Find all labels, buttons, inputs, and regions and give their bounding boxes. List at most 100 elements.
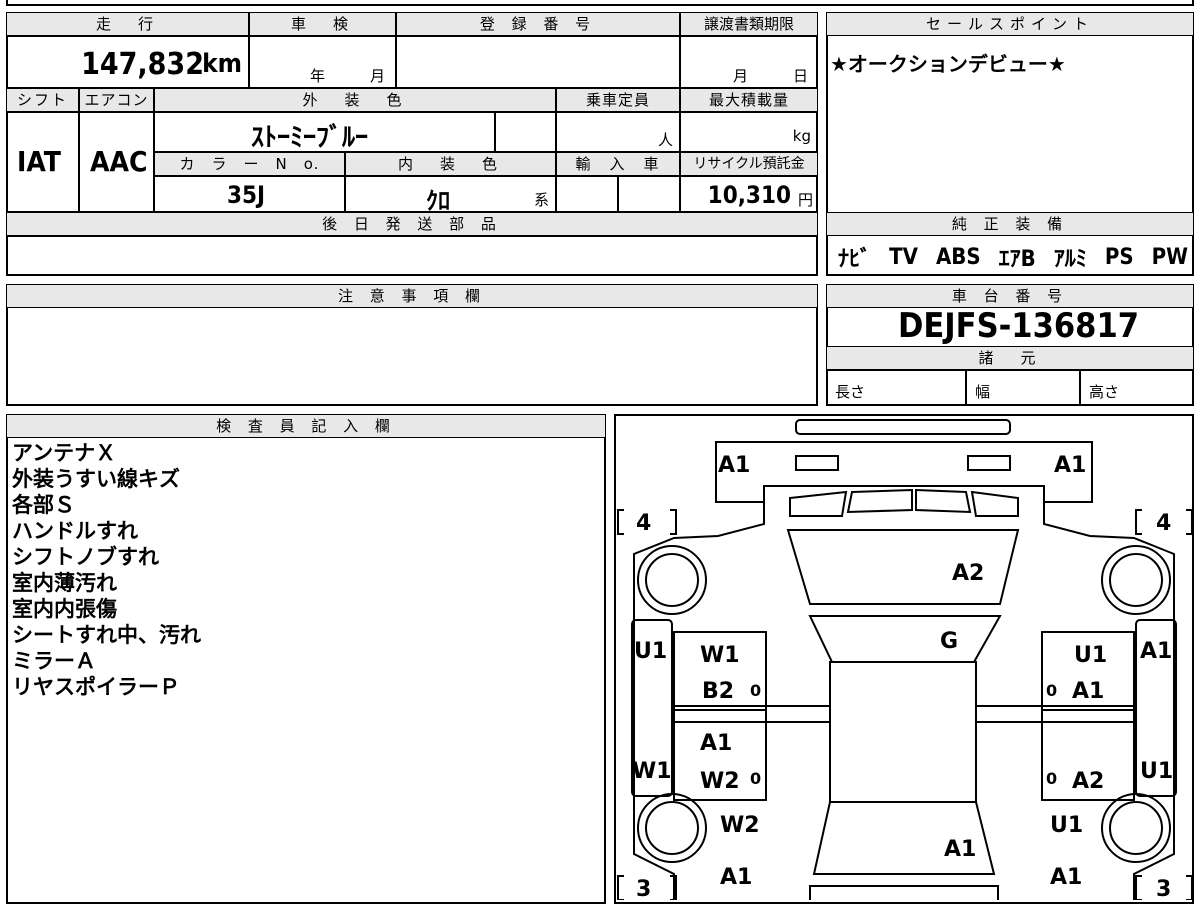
left-sill-shape <box>673 705 831 723</box>
inspector-note: アンテナＸ <box>12 441 117 465</box>
inspector-note: 室内内張傷 <box>12 597 117 621</box>
mark-zero-4: 0 <box>1046 769 1057 788</box>
exterior-color-value: ｽﾄｰﾐｰﾌﾞﾙｰ <box>251 123 369 153</box>
mark-front-left: A1 <box>718 453 750 478</box>
tire-rear-left-shape <box>637 793 707 863</box>
mark-windshield: G <box>940 629 958 654</box>
max-load-unit: kg <box>792 127 811 145</box>
mark-front-right: A1 <box>1054 453 1086 478</box>
later-parts-cell <box>6 236 818 276</box>
grille-left-shape <box>789 490 848 517</box>
import-cell-1 <box>556 176 618 212</box>
transfer-day-label: 日 <box>793 67 809 85</box>
equipment-alloy-wheels: ｱﾙﾐ <box>1053 247 1087 272</box>
inspector-note: シートすれ中、汚れ <box>12 623 201 647</box>
equipment-nav: ﾅﾋﾞ <box>838 247 872 272</box>
mark-rear-left: A1 <box>720 865 752 890</box>
caution-header: 注 意 事 項 欄 <box>6 284 818 308</box>
recycle-fee-value: 10,310 <box>707 181 791 209</box>
equipment-tv: TV <box>889 244 918 270</box>
inspector-note: ミラーＡ <box>12 649 96 673</box>
mark-right-front-door-2: A1 <box>1072 679 1104 704</box>
mark-left-front-door-1: W1 <box>700 643 740 668</box>
shift-header: シフト <box>6 88 79 112</box>
ac-value: AAC <box>90 145 148 178</box>
shaken-header: 車 検 <box>249 12 396 36</box>
mark-tire-rl: 3 <box>636 877 651 900</box>
mark-zero-2: 0 <box>1046 681 1057 700</box>
top-edge-strip <box>6 0 1194 6</box>
color-number-cell: 35J <box>154 176 345 212</box>
length-label: 長さ <box>835 383 866 401</box>
shaken-month-label: 月 <box>370 67 386 85</box>
inspector-note: 室内薄汚れ <box>12 571 117 595</box>
exterior-color-header: 外 装 色 <box>154 88 556 112</box>
exterior-extra-cell <box>495 112 556 152</box>
shaken-cell: 年 月 <box>249 36 396 88</box>
mark-tire-fr: 4 <box>1156 511 1171 536</box>
equipment-abs: ABS <box>935 244 981 270</box>
shaken-year-label: 年 <box>310 67 326 85</box>
mileage-unit: km <box>202 49 242 79</box>
inspector-note: ハンドルすれ <box>12 519 138 543</box>
width-label: 幅 <box>975 383 991 401</box>
length-cell: 長さ <box>826 370 966 406</box>
later-parts-header: 後 日 発 送 部 品 <box>6 212 818 236</box>
height-cell: 高さ <box>1080 370 1194 406</box>
chassis-number-value: DEJFS-136817 <box>898 306 1140 346</box>
mark-left-front-door-2: B2 <box>702 679 734 704</box>
exterior-color-cell: ｽﾄｰﾐｰﾌﾞﾙｰ <box>154 112 495 153</box>
mark-right-quarter: U1 <box>1050 813 1083 838</box>
height-label: 高さ <box>1089 383 1120 401</box>
mark-tire-rr: 3 <box>1156 877 1171 900</box>
equipment-airbag: ｴｱB <box>998 247 1036 272</box>
front-panel-shape <box>715 441 1093 503</box>
capacity-unit: 人 <box>657 131 673 149</box>
equipment-power-windows: PW <box>1151 244 1188 270</box>
recycle-fee-cell: 10,310 円 <box>680 176 818 212</box>
transfer-month-label: 月 <box>733 67 749 85</box>
specs-header: 諸 元 <box>826 346 1194 370</box>
equipment-header: 純 正 装 備 <box>826 212 1194 236</box>
grille-right-shape <box>970 490 1019 517</box>
mark-right-rear-panel: U1 <box>1140 759 1173 784</box>
mark-left-rear-panel: W1 <box>632 759 672 784</box>
max-load-header: 最大積載量 <box>680 88 818 112</box>
capacity-header: 乗車定員 <box>556 88 680 112</box>
import-cell-2 <box>618 176 680 212</box>
mark-left-rear-door-2: W2 <box>700 769 740 794</box>
equipment-list: ﾅﾋﾞ TV ABS ｴｱB ｱﾙﾐ PS PW <box>838 240 1188 274</box>
tire-rear-right-shape <box>1101 793 1171 863</box>
transfer-deadline-cell: 月 日 <box>680 36 818 88</box>
interior-color-cell: ｸﾛ 系 <box>345 176 556 215</box>
inspector-note: シフトノブすれ <box>12 545 159 569</box>
color-number-value: 35J <box>227 181 266 209</box>
roof-shape <box>829 661 977 803</box>
import-header: 輸 入 車 <box>556 152 680 176</box>
tire-front-right-shape <box>1101 545 1171 615</box>
recycle-fee-header: リサイクル預託金 <box>680 152 818 176</box>
chassis-number-header: 車 台 番 号 <box>826 284 1194 308</box>
grille-center-left-shape <box>846 488 913 514</box>
capacity-cell: 人 <box>556 112 680 152</box>
interior-color-value: ｸﾛ <box>426 187 450 215</box>
color-number-header: カ ラ ー N o. <box>154 152 345 176</box>
inspector-note: 各部Ｓ <box>12 493 75 517</box>
mileage-cell: 147,832 km <box>6 36 249 88</box>
ac-cell: AAC <box>79 112 154 212</box>
mark-right-front-door-1: U1 <box>1074 643 1107 668</box>
ac-header: エアコン <box>79 88 154 112</box>
equipment-power-steering: PS <box>1104 244 1134 270</box>
registration-cell <box>396 36 680 88</box>
grille-center-right-shape <box>915 488 972 514</box>
right-sill-shape <box>975 705 1135 723</box>
headlight-left-shape <box>795 455 839 471</box>
recycle-fee-unit: 円 <box>797 191 813 209</box>
mileage-header: 走 行 <box>6 12 249 36</box>
shift-value: IAT <box>17 145 61 178</box>
shift-cell: IAT <box>6 112 79 212</box>
mark-left-rear-door-1: A1 <box>700 731 732 756</box>
interior-color-header: 内 装 色 <box>345 152 556 176</box>
tire-front-left-shape <box>637 545 707 615</box>
headlight-right-shape <box>967 455 1011 471</box>
